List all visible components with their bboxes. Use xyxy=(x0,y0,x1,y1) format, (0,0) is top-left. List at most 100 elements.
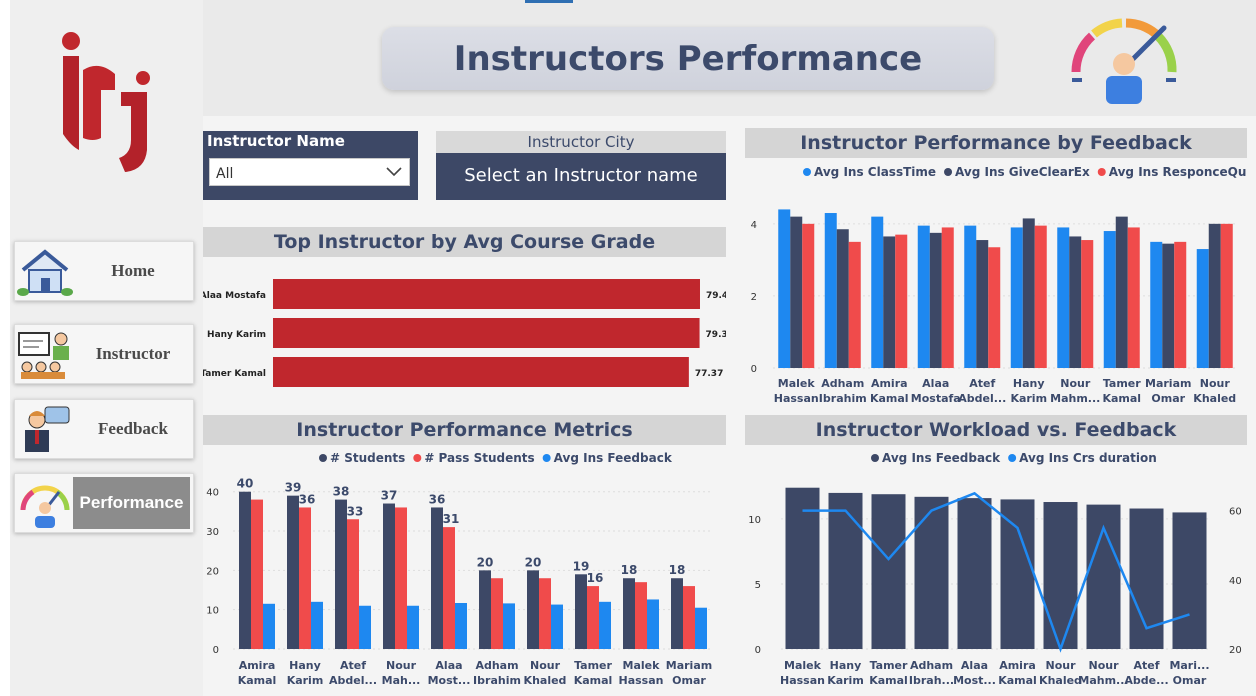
y-tick-label: 40 xyxy=(206,488,219,499)
bar xyxy=(251,499,263,649)
bar xyxy=(671,578,683,649)
y-tick-label: Tamer Kamal xyxy=(203,369,266,379)
bar xyxy=(1022,218,1035,368)
bar xyxy=(647,599,659,649)
x-tick-label: Mariam xyxy=(666,659,712,672)
legend-label: # Students xyxy=(330,451,405,465)
data-label: 77.37 xyxy=(695,369,723,379)
y2-tick-label: 60 xyxy=(1229,507,1242,518)
x-tick-label: Abde... xyxy=(1124,674,1168,687)
x-tick-label: Alaa xyxy=(961,659,988,672)
bar xyxy=(479,570,491,649)
x-tick-label: Kamal xyxy=(870,392,909,405)
x-tick-label: Amira xyxy=(239,659,276,672)
y-tick-label: Alaa Mostafa xyxy=(203,291,266,301)
bar xyxy=(871,494,906,649)
x-tick-label: Adham xyxy=(475,659,518,672)
bar xyxy=(239,491,251,649)
x-tick-label: Kamal xyxy=(1102,392,1141,405)
x-tick-label: Mostafa xyxy=(911,392,961,405)
iti-logo xyxy=(55,30,155,175)
nav-feedback-button[interactable]: Feedback xyxy=(14,399,194,459)
x-tick-label: Hassan xyxy=(780,674,825,687)
instructor-city-value: Select an Instructor name xyxy=(464,165,698,186)
top-indicator xyxy=(525,0,573,3)
x-tick-label: Amira xyxy=(999,659,1036,672)
data-label: 20 xyxy=(525,555,542,569)
legend-marker xyxy=(1008,454,1017,462)
home-icon xyxy=(17,246,73,298)
bar xyxy=(1172,512,1207,649)
x-tick-label: Nour xyxy=(1045,659,1076,672)
bar xyxy=(623,578,635,649)
bar xyxy=(1115,216,1128,368)
data-label: 36 xyxy=(429,492,446,506)
x-tick-label: Nour xyxy=(530,659,561,672)
bar xyxy=(551,604,563,649)
metrics-chart: # Students # Pass Students Avg Ins Feedbac… xyxy=(206,451,713,687)
y-tick-label: 20 xyxy=(206,566,219,577)
bar xyxy=(1010,227,1023,368)
bar xyxy=(976,240,989,368)
instructor-name-value: All xyxy=(216,166,234,182)
data-label: 20 xyxy=(477,555,494,569)
bar xyxy=(778,209,791,368)
nav-home-label: Home xyxy=(111,261,155,280)
bar xyxy=(1103,231,1116,368)
x-tick-label: Malek xyxy=(784,659,822,672)
x-tick-label: Ibrahim xyxy=(473,674,521,687)
legend-marker xyxy=(413,454,422,462)
legend-label: # Pass Students xyxy=(424,451,534,465)
y-tick-label: 30 xyxy=(206,527,219,538)
feedback-icon xyxy=(17,404,73,456)
data-label: 36 xyxy=(299,492,316,506)
bar xyxy=(836,229,849,368)
x-tick-label: Mah... xyxy=(382,674,421,687)
data-label: 79.36 xyxy=(706,330,726,340)
x-tick-label: Atef xyxy=(340,659,366,672)
workload-chart: Avg Ins Feedback Avg Ins Crs duration 0 5 10… xyxy=(748,451,1242,687)
instructor-city-label: Instructor City xyxy=(436,131,726,153)
x-tick-label: Amira xyxy=(871,377,908,390)
x-tick-label: Omar xyxy=(672,674,706,687)
instructor-name-dropdown[interactable]: All xyxy=(209,158,410,186)
bar xyxy=(273,357,689,387)
x-tick-label: Hassan xyxy=(619,674,664,687)
y-tick-label: 0 xyxy=(755,645,761,656)
bar xyxy=(1000,499,1035,649)
x-tick-label: Tamer xyxy=(574,659,612,672)
bar xyxy=(599,601,611,649)
bar xyxy=(273,318,700,348)
x-tick-label: Nour xyxy=(386,659,417,672)
page-title: Instructors Performance xyxy=(453,38,923,79)
bar xyxy=(1043,502,1078,649)
nav-home-button[interactable]: Home xyxy=(14,241,194,301)
data-label: 79.44 xyxy=(706,291,726,301)
bar xyxy=(848,241,861,368)
bar xyxy=(587,586,599,649)
data-label: 33 xyxy=(347,504,364,518)
x-tick-label: Karim xyxy=(287,674,324,687)
performance-gauge-icon xyxy=(17,478,73,530)
bar xyxy=(941,227,954,368)
bar xyxy=(1034,225,1047,368)
bar xyxy=(1162,243,1175,368)
nav-feedback-label: Feedback xyxy=(98,419,168,438)
legend-marker xyxy=(944,168,953,176)
x-tick-label: Mahm... xyxy=(1078,674,1128,687)
bar xyxy=(431,507,443,649)
nav-instructor-button[interactable]: Instructor xyxy=(14,324,194,384)
legend-marker xyxy=(803,168,811,176)
x-tick-label: Most... xyxy=(428,674,471,687)
bar xyxy=(635,582,647,649)
x-tick-label: Hany xyxy=(289,659,321,672)
bar xyxy=(527,570,539,649)
data-label: 18 xyxy=(621,563,638,577)
x-tick-label: Nour xyxy=(1200,377,1231,390)
data-label: 31 xyxy=(443,512,460,526)
y-tick-label: 10 xyxy=(748,515,761,526)
bar xyxy=(1208,223,1221,368)
chevron-down-icon xyxy=(385,163,403,177)
bar xyxy=(407,605,419,649)
nav-performance-button[interactable]: Performance xyxy=(14,473,194,533)
